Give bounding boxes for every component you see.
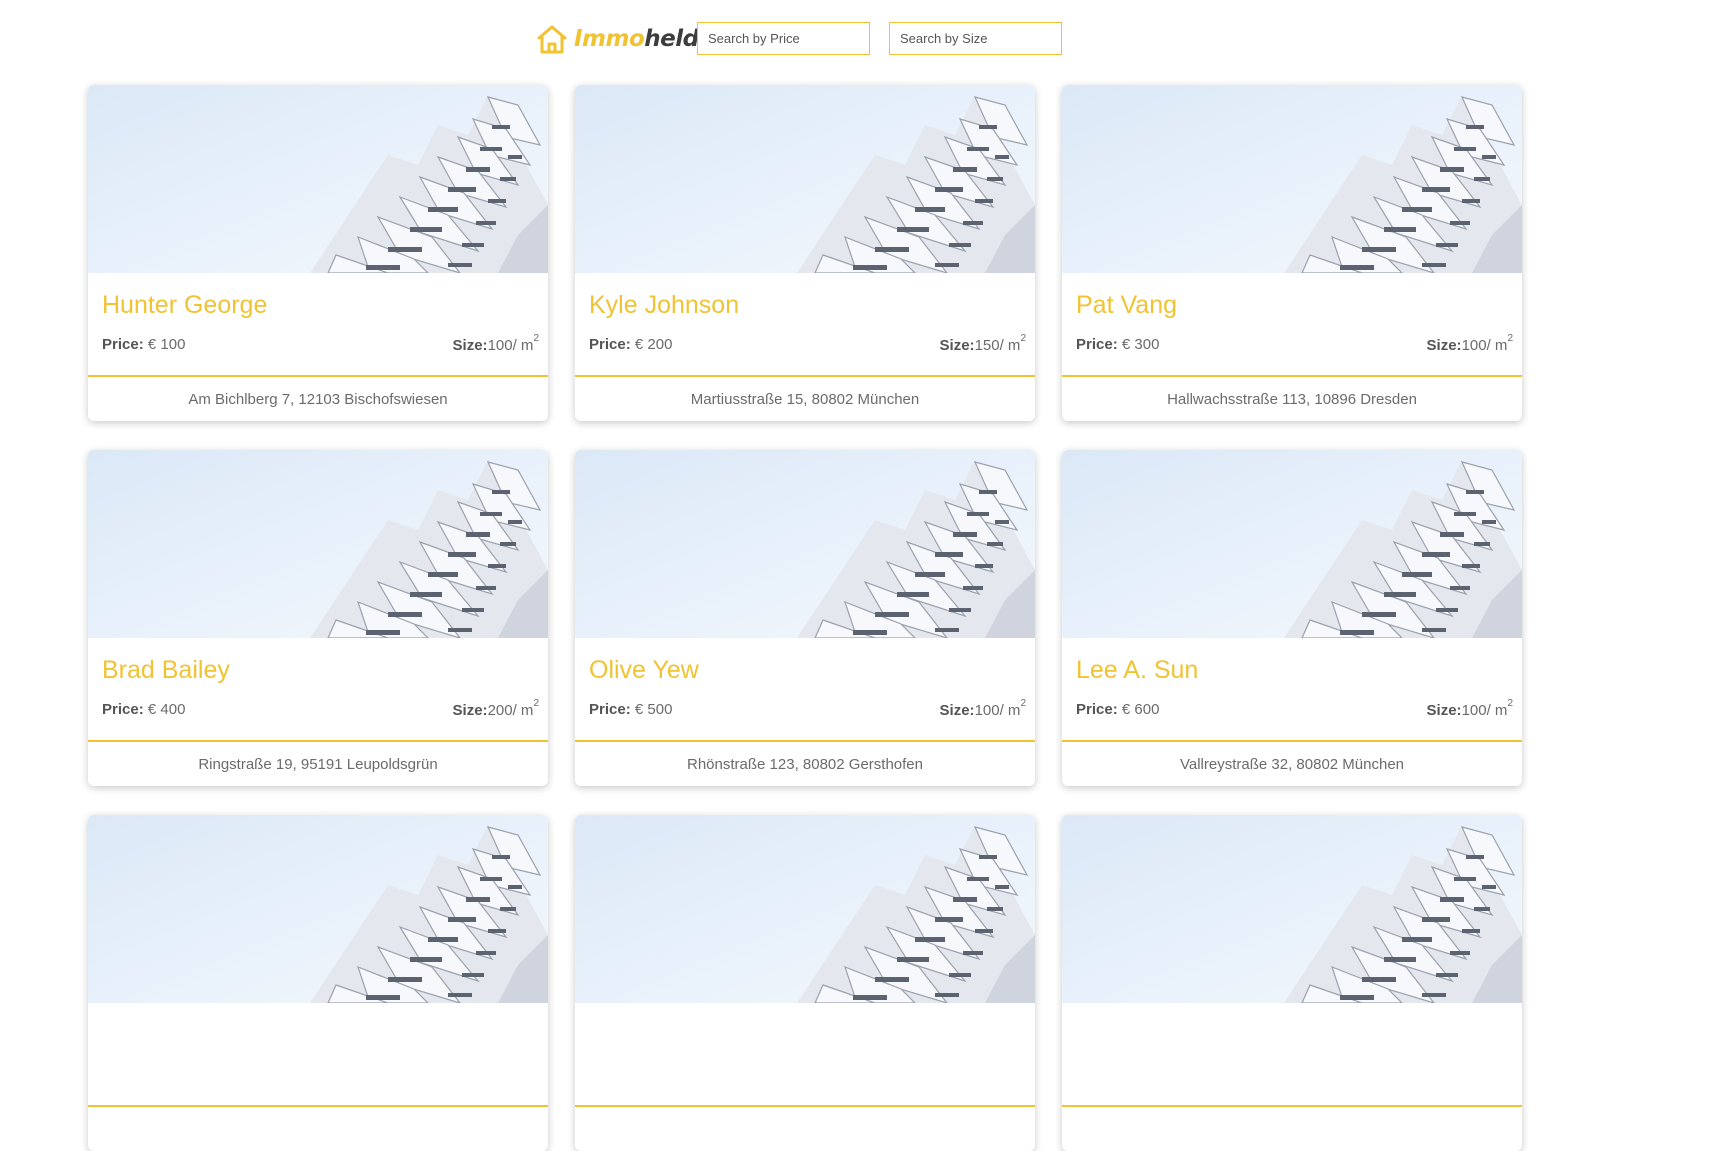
price-label: Price: bbox=[1076, 701, 1118, 718]
listing-address: Am Bichlberg 7, 12103 Bischofswiesen bbox=[88, 377, 548, 422]
price-label: Price: bbox=[102, 336, 144, 353]
listing-card[interactable]: Lee A. Sun Price: € 600 Size:100/ m2 Val… bbox=[1062, 450, 1522, 786]
building-photo bbox=[575, 450, 1035, 638]
listing-card[interactable]: Brad Bailey Price: € 400 Size:200/ m2 Ri… bbox=[88, 450, 548, 786]
listing-card[interactable] bbox=[1062, 815, 1522, 1151]
listing-card[interactable]: Hunter George Price: € 100 Size:100/ m2 … bbox=[88, 85, 548, 421]
size-unit: / m bbox=[513, 337, 534, 354]
building-photo bbox=[88, 85, 548, 273]
price-value: € 200 bbox=[635, 336, 673, 353]
price-label: Price: bbox=[102, 701, 144, 718]
listing-size: Size:100/ m2 bbox=[940, 701, 1026, 719]
brand-name: Immoheld bbox=[574, 26, 699, 52]
building-photo bbox=[1062, 450, 1522, 638]
building-photo bbox=[1062, 85, 1522, 273]
listing-size: Size:200/ m2 bbox=[453, 701, 539, 719]
listing-price: Price: € 500 bbox=[589, 701, 672, 718]
size-value: 200 bbox=[488, 702, 513, 719]
card-body: Hunter George Price: € 100 Size:100/ m2 bbox=[88, 273, 548, 375]
size-exponent: 2 bbox=[1020, 698, 1026, 709]
price-label: Price: bbox=[589, 701, 631, 718]
listing-price: Price: € 300 bbox=[1076, 336, 1159, 353]
listing-card[interactable] bbox=[88, 815, 548, 1151]
building-photo bbox=[88, 450, 548, 638]
size-unit: / m bbox=[1487, 702, 1508, 719]
search-by-price-input[interactable] bbox=[697, 22, 870, 55]
listing-grid: Hunter George Price: € 100 Size:100/ m2 … bbox=[88, 85, 1522, 1151]
house-icon bbox=[536, 23, 568, 55]
listing-address bbox=[88, 1107, 548, 1151]
size-label: Size: bbox=[453, 702, 488, 719]
price-label: Price: bbox=[1076, 336, 1118, 353]
size-exponent: 2 bbox=[533, 333, 539, 344]
listing-address: Martiusstraße 15, 80802 München bbox=[575, 377, 1035, 422]
brand-name-part1: Immo bbox=[574, 26, 644, 52]
listing-address: Vallreystraße 32, 80802 München bbox=[1062, 742, 1522, 787]
card-body: Lee A. Sun Price: € 600 Size:100/ m2 bbox=[1062, 638, 1522, 740]
listing-address: Rhönstraße 123, 80802 Gersthofen bbox=[575, 742, 1035, 787]
building-photo bbox=[575, 85, 1035, 273]
listing-name: Hunter George bbox=[102, 291, 267, 320]
building-photo bbox=[575, 815, 1035, 1003]
size-label: Size: bbox=[940, 702, 975, 719]
listing-price: Price: € 400 bbox=[102, 701, 185, 718]
size-value: 100 bbox=[1462, 702, 1487, 719]
price-value: € 600 bbox=[1122, 701, 1160, 718]
card-body bbox=[1062, 1003, 1522, 1105]
size-value: 150 bbox=[975, 337, 1000, 354]
card-body: Brad Bailey Price: € 400 Size:200/ m2 bbox=[88, 638, 548, 740]
size-value: 100 bbox=[975, 702, 1000, 719]
card-body bbox=[88, 1003, 548, 1105]
listing-name: Olive Yew bbox=[589, 656, 699, 685]
building-photo bbox=[1062, 815, 1522, 1003]
listing-address bbox=[575, 1107, 1035, 1151]
card-body bbox=[575, 1003, 1035, 1105]
card-body: Kyle Johnson Price: € 200 Size:150/ m2 bbox=[575, 273, 1035, 375]
brand-name-part2: held bbox=[644, 26, 698, 52]
building-photo bbox=[88, 815, 548, 1003]
size-exponent: 2 bbox=[1020, 333, 1026, 344]
price-value: € 300 bbox=[1122, 336, 1160, 353]
header: Immoheld bbox=[0, 0, 1722, 78]
listing-name: Pat Vang bbox=[1076, 291, 1177, 320]
size-label: Size: bbox=[453, 337, 488, 354]
card-body: Pat Vang Price: € 300 Size:100/ m2 bbox=[1062, 273, 1522, 375]
size-label: Size: bbox=[940, 337, 975, 354]
listing-price: Price: € 100 bbox=[102, 336, 185, 353]
size-label: Size: bbox=[1427, 702, 1462, 719]
size-exponent: 2 bbox=[533, 698, 539, 709]
search-by-size-input[interactable] bbox=[889, 22, 1062, 55]
price-value: € 100 bbox=[148, 336, 186, 353]
price-value: € 400 bbox=[148, 701, 186, 718]
listing-price: Price: € 600 bbox=[1076, 701, 1159, 718]
price-label: Price: bbox=[589, 336, 631, 353]
size-unit: / m bbox=[1000, 337, 1021, 354]
listing-card[interactable]: Pat Vang Price: € 300 Size:100/ m2 Hallw… bbox=[1062, 85, 1522, 421]
listing-size: Size:150/ m2 bbox=[940, 336, 1026, 354]
logo[interactable]: Immoheld bbox=[536, 22, 699, 56]
size-label: Size: bbox=[1427, 337, 1462, 354]
listing-name: Brad Bailey bbox=[102, 656, 230, 685]
size-value: 100 bbox=[1462, 337, 1487, 354]
size-unit: / m bbox=[1000, 702, 1021, 719]
listing-card[interactable]: Kyle Johnson Price: € 200 Size:150/ m2 M… bbox=[575, 85, 1035, 421]
card-body: Olive Yew Price: € 500 Size:100/ m2 bbox=[575, 638, 1035, 740]
listing-size: Size:100/ m2 bbox=[453, 336, 539, 354]
listing-size: Size:100/ m2 bbox=[1427, 701, 1513, 719]
size-unit: / m bbox=[1487, 337, 1508, 354]
listing-card[interactable] bbox=[575, 815, 1035, 1151]
listing-address bbox=[1062, 1107, 1522, 1151]
size-value: 100 bbox=[488, 337, 513, 354]
listing-address: Hallwachsstraße 113, 10896 Dresden bbox=[1062, 377, 1522, 422]
listing-name: Kyle Johnson bbox=[589, 291, 739, 320]
listing-card[interactable]: Olive Yew Price: € 500 Size:100/ m2 Rhön… bbox=[575, 450, 1035, 786]
listing-size: Size:100/ m2 bbox=[1427, 336, 1513, 354]
listing-name: Lee A. Sun bbox=[1076, 656, 1198, 685]
size-unit: / m bbox=[513, 702, 534, 719]
listing-address: Ringstraße 19, 95191 Leupoldsgrün bbox=[88, 742, 548, 787]
size-exponent: 2 bbox=[1507, 333, 1513, 344]
size-exponent: 2 bbox=[1507, 698, 1513, 709]
listing-price: Price: € 200 bbox=[589, 336, 672, 353]
price-value: € 500 bbox=[635, 701, 673, 718]
